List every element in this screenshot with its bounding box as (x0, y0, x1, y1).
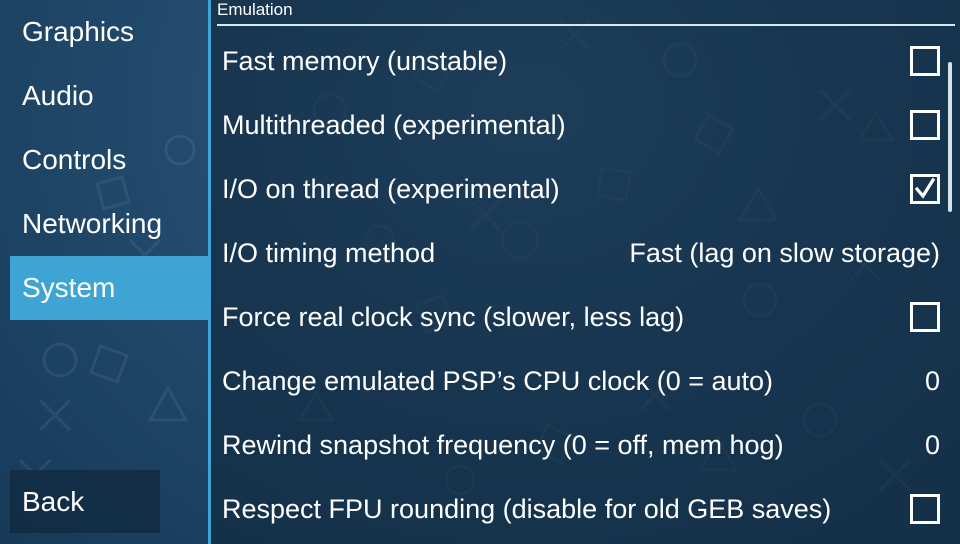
settings-category-sidebar: Graphics Audio Controls Networking Syste… (0, 0, 210, 544)
tab-label: Audio (22, 80, 94, 111)
tab-networking[interactable]: Networking (10, 192, 208, 256)
setting-label: Multithreaded (experimental) (222, 109, 566, 140)
back-button-label: Back (22, 485, 85, 517)
io-timing-method-value: Fast (lag on slow storage) (629, 237, 940, 268)
tab-audio[interactable]: Audio (10, 64, 208, 128)
setting-row-multithreaded[interactable]: Multithreaded (experimental) (222, 93, 940, 157)
tab-graphics[interactable]: Graphics (10, 0, 208, 64)
io-on-thread-checkbox[interactable] (910, 174, 940, 204)
setting-row-cpu-clock[interactable]: Change emulated PSP’s CPU clock (0 = aut… (222, 349, 940, 413)
checkmark-icon (914, 177, 936, 199)
tab-label: System (22, 272, 116, 303)
tab-label: Graphics (22, 16, 135, 47)
setting-label: Fast memory (unstable) (222, 45, 508, 76)
setting-row-respect-fpu-rounding[interactable]: Respect FPU rounding (disable for old GE… (222, 477, 940, 541)
cpu-clock-value: 0 (924, 365, 940, 396)
setting-label: Change emulated PSP’s CPU clock (0 = aut… (222, 365, 774, 396)
setting-label: I/O on thread (experimental) (222, 173, 560, 204)
tab-system[interactable]: System (10, 256, 208, 320)
rewind-snapshot-frequency-value: 0 (924, 429, 940, 460)
tab-label: Controls (22, 144, 127, 175)
setting-row-force-real-clock-sync[interactable]: Force real clock sync (slower, less lag) (222, 285, 940, 349)
setting-label: Respect FPU rounding (disable for old GE… (222, 493, 832, 524)
setting-row-fast-memory[interactable]: Fast memory (unstable) (222, 29, 940, 93)
settings-scrollbar[interactable] (948, 62, 952, 212)
section-header-emulation: Emulation (217, 0, 955, 26)
back-button[interactable]: Back (10, 470, 160, 533)
settings-content-panel: Emulation Fast memory (unstable) Multith… (208, 0, 960, 544)
setting-label: I/O timing method (222, 237, 436, 268)
tab-label: Networking (22, 208, 163, 239)
fast-memory-checkbox[interactable] (910, 46, 940, 76)
setting-label: Rewind snapshot frequency (0 = off, mem … (222, 429, 784, 460)
force-real-clock-sync-checkbox[interactable] (910, 302, 940, 332)
tab-controls[interactable]: Controls (10, 128, 208, 192)
respect-fpu-rounding-checkbox[interactable] (910, 494, 940, 524)
setting-row-io-on-thread[interactable]: I/O on thread (experimental) (222, 157, 940, 221)
setting-label: Force real clock sync (slower, less lag) (222, 301, 685, 332)
setting-row-rewind-snapshot-frequency[interactable]: Rewind snapshot frequency (0 = off, mem … (222, 413, 940, 477)
setting-row-io-timing-method[interactable]: I/O timing method Fast (lag on slow stor… (222, 221, 940, 285)
multithreaded-checkbox[interactable] (910, 110, 940, 140)
